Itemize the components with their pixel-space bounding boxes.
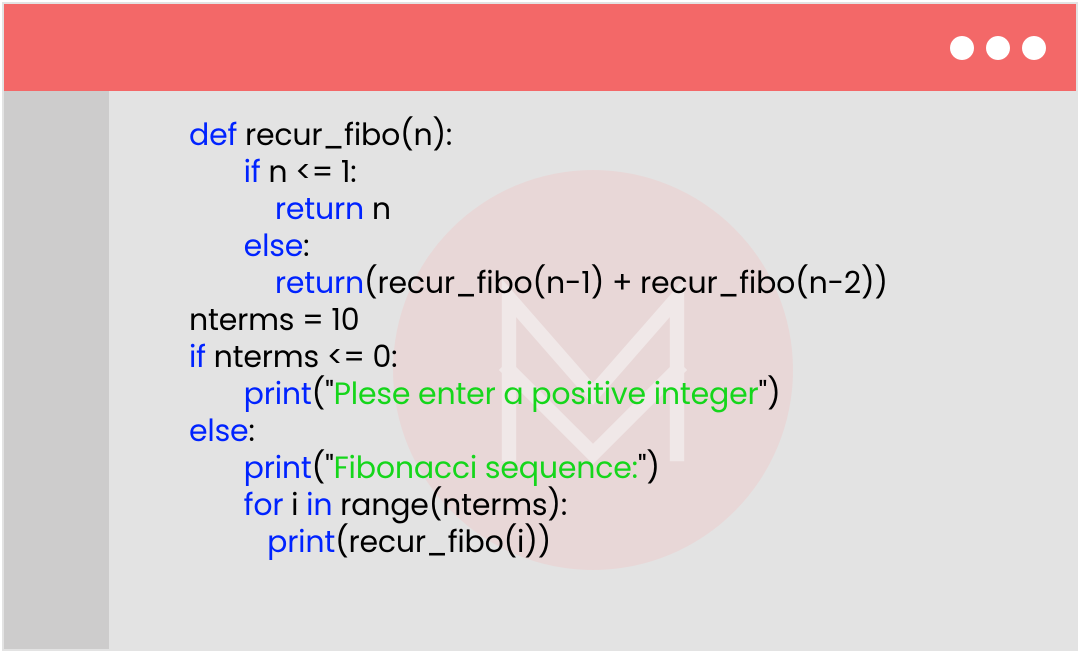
window-control-dot[interactable]	[950, 36, 974, 60]
code-text: n	[364, 187, 391, 230]
code-text: ")	[759, 372, 781, 415]
code-text: ("	[312, 372, 334, 415]
editor-body: def recur_fibo(n): if n <= 1: return n e…	[4, 91, 1076, 649]
function-print: print	[267, 520, 335, 563]
code-area: def recur_fibo(n): if n <= 1: return n e…	[109, 91, 1076, 649]
window-control-dot[interactable]	[1022, 36, 1046, 60]
titlebar	[4, 4, 1076, 91]
code-text: (recur_fibo(n-1) + recur_fibo(n-2))	[364, 261, 888, 304]
code-content: def recur_fibo(n): if n <= 1: return n e…	[189, 116, 1056, 560]
window-control-dot[interactable]	[986, 36, 1010, 60]
string-literal: Plese enter a positive integer	[334, 372, 759, 415]
code-text: (recur_fibo(i))	[335, 520, 551, 563]
code-text: ")	[638, 446, 660, 489]
line-gutter	[4, 91, 109, 649]
code-window: def recur_fibo(n): if n <= 1: return n e…	[2, 2, 1078, 651]
indent	[189, 520, 267, 563]
